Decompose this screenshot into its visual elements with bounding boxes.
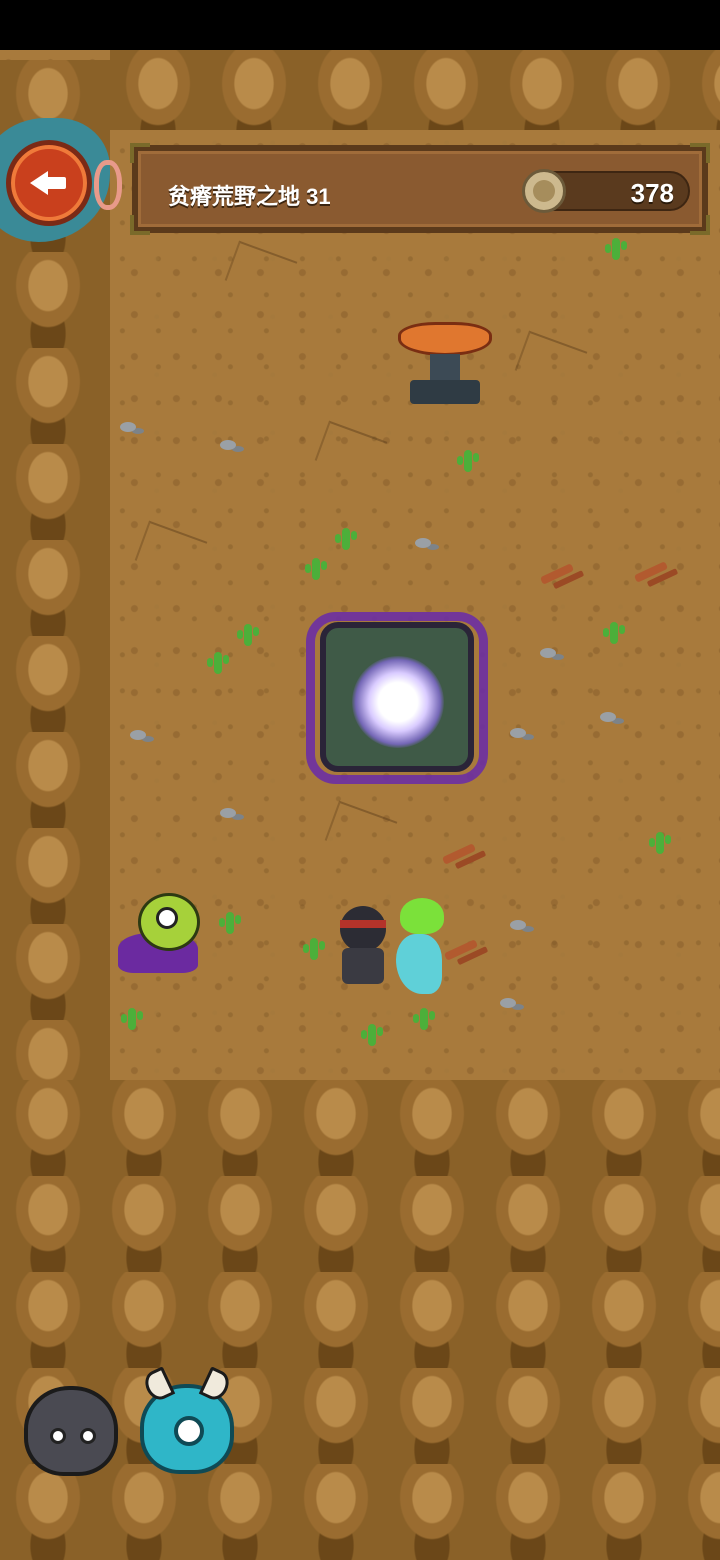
dry-branch [633, 561, 669, 583]
ghost-body [396, 934, 442, 994]
coin-face [533, 180, 555, 202]
ground-crack [134, 520, 208, 582]
ninja-torso [342, 948, 384, 984]
dark-blob-pet-avatar[interactable] [24, 1386, 118, 1476]
ring-decoration [94, 160, 122, 210]
level-header-panel: 贫瘠荒野之地 31 378 [130, 143, 710, 235]
avatar-eye [174, 1416, 204, 1446]
ninja-head [340, 906, 386, 952]
pebble [510, 920, 526, 930]
panel-corner [130, 143, 150, 163]
cactus [603, 622, 625, 644]
cactus [649, 832, 671, 854]
back-button[interactable] [6, 140, 92, 226]
arrow-left-icon [30, 169, 68, 197]
status-bar [0, 0, 720, 50]
dry-branch [539, 563, 575, 585]
panel-corner [690, 215, 710, 235]
rock-wall-top [110, 50, 720, 130]
pebble [600, 712, 616, 722]
horned-blue-pet-avatar[interactable] [140, 1366, 234, 1474]
cactus [413, 1008, 435, 1030]
avatar-eyes [50, 1428, 96, 1444]
anvil-base [410, 380, 480, 404]
monster-eye [156, 907, 178, 929]
pebble [220, 440, 236, 450]
cactus [207, 652, 229, 674]
coin-count: 378 [630, 178, 674, 208]
game-screen: 贫瘠荒野之地 31 378 [0, 0, 720, 1560]
panel-corner [690, 143, 710, 163]
pebble [120, 422, 136, 432]
ninja-headband [340, 920, 386, 928]
panel-corner [130, 215, 150, 235]
cactus [303, 938, 325, 960]
cactus [237, 624, 259, 646]
dry-branch [441, 843, 477, 865]
level-title: 贫瘠荒野之地 31 [168, 184, 331, 209]
pebble [500, 998, 516, 1008]
green-eyeball-monster[interactable] [118, 893, 204, 983]
pebble [130, 730, 146, 740]
cactus [457, 450, 479, 472]
anvil-top [398, 322, 492, 356]
cactus [605, 238, 627, 260]
ground-crack [324, 800, 398, 862]
portal-icon[interactable] [306, 612, 488, 784]
pebble [415, 538, 431, 548]
portal-glow [352, 656, 444, 748]
ground-crack [314, 420, 388, 482]
cactus [121, 1008, 143, 1030]
ground-crack [514, 330, 588, 392]
cactus [219, 912, 241, 934]
coin-icon [522, 169, 566, 213]
coin-counter: 378 [522, 169, 690, 213]
ghost-companion[interactable] [396, 898, 456, 1002]
ground-crack [224, 240, 298, 302]
pebble [510, 728, 526, 738]
cactus [361, 1024, 383, 1046]
ninja-hero[interactable] [334, 906, 394, 988]
rock-wall-bottom [0, 1080, 720, 1560]
cactus [305, 558, 327, 580]
anvil-icon[interactable] [398, 322, 492, 408]
cactus [335, 528, 357, 550]
pebble [540, 648, 556, 658]
pebble [220, 808, 236, 818]
ghost-flame [400, 898, 444, 934]
